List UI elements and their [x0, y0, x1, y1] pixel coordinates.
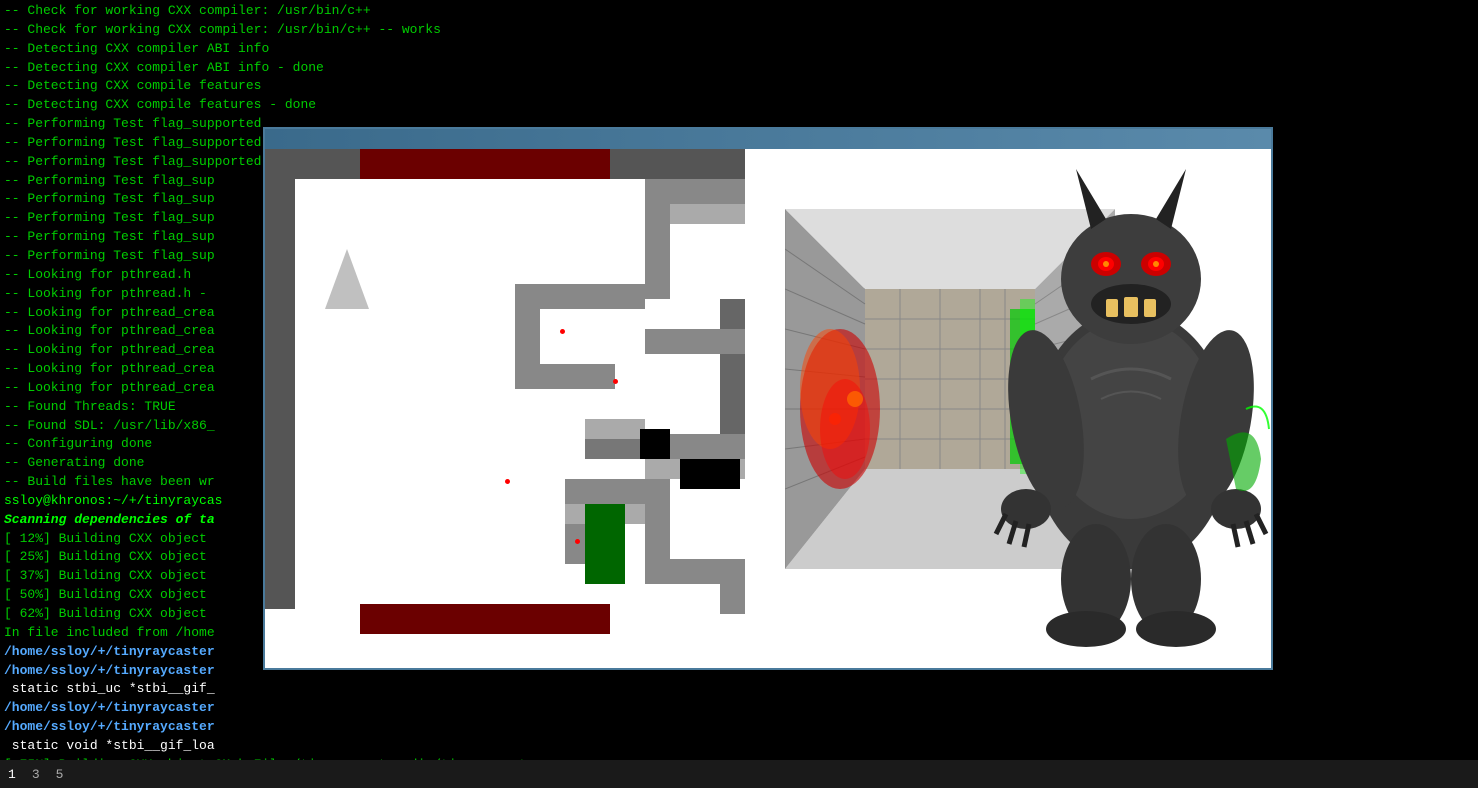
map-wall: [585, 439, 645, 459]
player-triangle: [325, 249, 369, 309]
game-window: [263, 127, 1273, 670]
map-wall: [645, 329, 745, 354]
map-black-area2: [680, 459, 740, 489]
map-wall: [720, 584, 745, 614]
map-green-area: [585, 504, 625, 584]
terminal-line: -- Check for working CXX compiler: /usr/…: [4, 2, 1474, 21]
map-wall: [515, 284, 540, 364]
map-wall: [720, 299, 745, 329]
terminal-line: -- Detecting CXX compile features: [4, 77, 1474, 96]
red-dot-1: [560, 329, 565, 334]
monster-sprite: [991, 159, 1271, 649]
game-titlebar: [265, 129, 1271, 149]
map-panel: [265, 149, 745, 668]
map-block-bottom: [360, 604, 610, 634]
tab-1[interactable]: 1: [8, 767, 16, 782]
tab-3[interactable]: 3: [32, 767, 40, 782]
map-wall: [610, 149, 745, 179]
view-panel: [745, 149, 1271, 668]
map-wall-left: [265, 179, 295, 609]
terminal-line: -- Detecting CXX compiler ABI info - don…: [4, 59, 1474, 78]
game-content: [265, 149, 1271, 668]
terminal-line: -- Detecting CXX compiler ABI info: [4, 40, 1474, 59]
map-wall: [645, 479, 670, 559]
map-wall: [670, 204, 745, 224]
terminal-line: /home/ssloy/+/tinyraycaster: [4, 699, 1474, 718]
red-dot-2: [613, 379, 618, 384]
map-wall: [645, 559, 745, 584]
terminal-line: -- Check for working CXX compiler: /usr/…: [4, 21, 1474, 40]
map-black-area: [640, 429, 670, 459]
tab-5[interactable]: 5: [56, 767, 64, 782]
terminal-line: static void *stbi__gif_loa: [4, 737, 1474, 756]
bottom-bar: 1 3 5: [0, 760, 1478, 788]
map-wall: [265, 149, 360, 179]
terminal-line: -- Detecting CXX compile features - done: [4, 96, 1474, 115]
map-block: [360, 149, 610, 179]
red-dot-4: [575, 539, 580, 544]
map-wall: [645, 179, 670, 299]
map-wall: [515, 364, 615, 389]
map-wall: [585, 419, 645, 439]
terminal-line: static stbi_uc *stbi__gif_: [4, 680, 1474, 699]
map-wall: [565, 479, 645, 504]
map-wall: [720, 354, 745, 434]
red-dot-3: [505, 479, 510, 484]
terminal-line: /home/ssloy/+/tinyraycaster: [4, 718, 1474, 737]
